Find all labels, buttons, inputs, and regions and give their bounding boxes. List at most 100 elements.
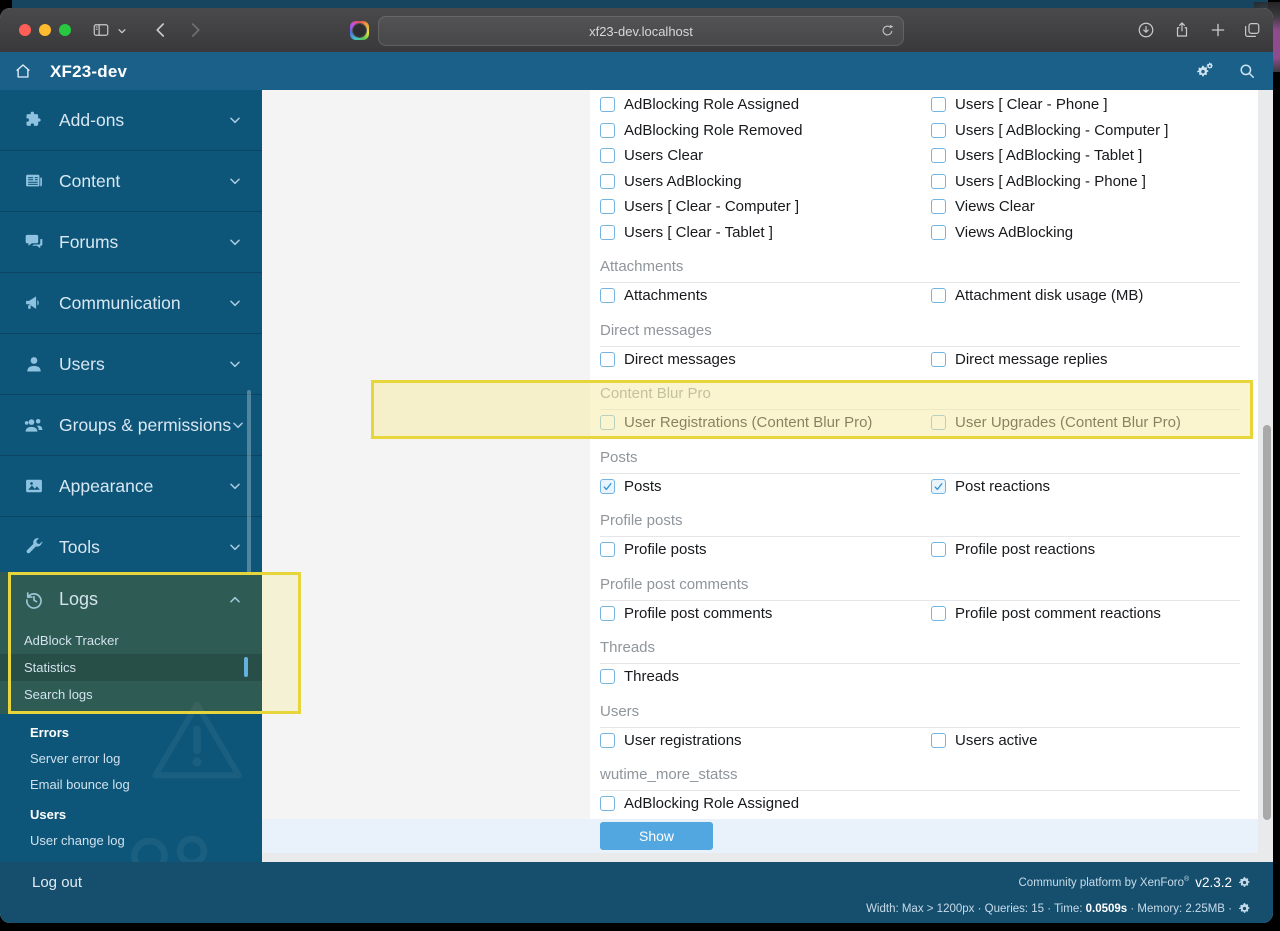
stat-option-profile-post-comments[interactable]: Profile post comments — [600, 605, 931, 622]
stat-option-views-clear[interactable]: Views Clear — [931, 198, 1240, 215]
search-icon[interactable] — [1238, 62, 1256, 80]
settings-gears-icon[interactable] — [1196, 62, 1214, 80]
credit-text: Community platform by XenForo — [1019, 877, 1185, 889]
stat-option-attachment-disk-usage-mb[interactable]: Attachment disk usage (MB) — [931, 287, 1240, 304]
checkbox[interactable] — [600, 352, 615, 367]
admin-site-title[interactable]: XF23-dev — [50, 62, 127, 82]
sidebar-subitem-adblock-tracker[interactable]: AdBlock Tracker — [0, 627, 262, 654]
page-scrollbar[interactable] — [1263, 425, 1271, 820]
gear-icon[interactable] — [1238, 902, 1251, 915]
checkbox[interactable] — [600, 733, 615, 748]
sidebar-link-user-change-log[interactable]: User change log — [30, 833, 252, 849]
checkbox[interactable] — [600, 174, 615, 189]
sidebar-toggle-icon[interactable] — [92, 21, 110, 39]
checkbox[interactable] — [931, 148, 946, 163]
stat-option-users-clear-computer[interactable]: Users [ Clear - Computer ] — [600, 198, 931, 215]
check-icon — [933, 481, 944, 492]
sidebar-item-appearance[interactable]: Appearance — [0, 456, 262, 517]
checkbox[interactable] — [600, 415, 615, 430]
stat-option-user-upgrades-content-blur-pro[interactable]: User Upgrades (Content Blur Pro) — [931, 414, 1240, 431]
chevron-down-icon[interactable] — [117, 26, 127, 36]
checkbox[interactable] — [600, 479, 615, 494]
checkbox[interactable] — [931, 415, 946, 430]
share-icon[interactable] — [1173, 21, 1191, 39]
stat-option-attachments[interactable]: Attachments — [600, 287, 931, 304]
checkbox[interactable] — [931, 174, 946, 189]
new-tab-icon[interactable] — [1209, 21, 1227, 39]
checkbox[interactable] — [600, 606, 615, 621]
checkbox[interactable] — [931, 479, 946, 494]
checkbox[interactable] — [931, 225, 946, 240]
stat-option-post-reactions[interactable]: Post reactions — [931, 478, 1240, 495]
stat-option-users-adblocking[interactable]: Users AdBlocking — [600, 173, 931, 190]
stat-option-adblocking-role-assigned[interactable]: AdBlocking Role Assigned — [600, 795, 931, 812]
sidebar-item-label: Forums — [59, 232, 228, 253]
close-window-button[interactable] — [19, 24, 31, 36]
checkbox[interactable] — [931, 288, 946, 303]
stat-option-users-clear[interactable]: Users Clear — [600, 147, 931, 164]
checkbox[interactable] — [931, 352, 946, 367]
stat-option-user-registrations[interactable]: User registrations — [600, 732, 931, 749]
stat-option-profile-post-comment-reactions[interactable]: Profile post comment reactions — [931, 605, 1240, 622]
stat-option-users-adblocking-computer[interactable]: Users [ AdBlocking - Computer ] — [931, 122, 1240, 139]
stat-option-label: Users active — [955, 732, 1038, 749]
sidebar-link-server-error-log[interactable]: Server error log — [30, 751, 252, 767]
stat-option-adblocking-role-assigned[interactable]: AdBlocking Role Assigned — [600, 96, 931, 113]
tab-overview-icon[interactable] — [1243, 21, 1261, 39]
stat-option-users-active[interactable]: Users active — [931, 732, 1240, 749]
stat-option-users-adblocking-phone[interactable]: Users [ AdBlocking - Phone ] — [931, 173, 1240, 190]
checkbox[interactable] — [600, 796, 615, 811]
checkbox[interactable] — [931, 733, 946, 748]
zoom-window-button[interactable] — [59, 24, 71, 36]
stat-option-views-adblocking[interactable]: Views AdBlocking — [931, 224, 1240, 241]
checkbox[interactable] — [600, 148, 615, 163]
stat-option-direct-message-replies[interactable]: Direct message replies — [931, 351, 1240, 368]
back-icon[interactable] — [152, 21, 170, 39]
checkbox[interactable] — [600, 199, 615, 214]
sidebar-item-communication[interactable]: Communication — [0, 273, 262, 334]
gear-icon[interactable] — [1238, 876, 1251, 889]
checkbox[interactable] — [600, 97, 615, 112]
forward-icon[interactable] — [186, 21, 204, 39]
sidebar-item-users[interactable]: Users — [0, 334, 262, 395]
checkbox[interactable] — [600, 542, 615, 557]
address-bar[interactable]: xf23-dev.localhost — [378, 16, 904, 46]
stat-option-adblocking-role-removed[interactable]: AdBlocking Role Removed — [600, 122, 931, 139]
checkbox[interactable] — [931, 199, 946, 214]
checkbox[interactable] — [600, 225, 615, 240]
home-icon[interactable] — [14, 62, 32, 80]
reload-icon[interactable] — [880, 23, 895, 38]
checkbox[interactable] — [600, 288, 615, 303]
sidebar-item-add-ons[interactable]: Add-ons — [0, 90, 262, 151]
stat-option-users-clear-tablet[interactable]: Users [ Clear - Tablet ] — [600, 224, 931, 241]
sidebar-subitem-statistics[interactable]: Statistics — [0, 654, 262, 681]
sidebar-link-email-bounce-log[interactable]: Email bounce log — [30, 777, 252, 793]
checkbox[interactable] — [600, 669, 615, 684]
sidebar-item-groups-permissions[interactable]: Groups & permissions — [0, 395, 262, 456]
checkbox[interactable] — [931, 542, 946, 557]
stat-option-posts[interactable]: Posts — [600, 478, 931, 495]
sidebar-item-logs[interactable]: Logs — [0, 572, 262, 627]
show-button[interactable]: Show — [600, 822, 713, 850]
stat-option-threads[interactable]: Threads — [600, 668, 931, 685]
checkbox[interactable] — [600, 123, 615, 138]
sidebar-item-label: Communication — [59, 293, 228, 314]
stat-option-users-clear-phone[interactable]: Users [ Clear - Phone ] — [931, 96, 1240, 113]
logout-link[interactable]: Log out — [32, 874, 82, 891]
checkbox[interactable] — [931, 97, 946, 112]
downloads-icon[interactable] — [1137, 21, 1155, 39]
stat-option-profile-posts[interactable]: Profile posts — [600, 541, 931, 558]
sidebar-item-content[interactable]: Content — [0, 151, 262, 212]
extension-icon[interactable] — [350, 21, 369, 40]
checkbox-row: Users [ Clear - Tablet ]Views AdBlocking — [600, 220, 1240, 246]
stat-option-users-adblocking-tablet[interactable]: Users [ AdBlocking - Tablet ] — [931, 147, 1240, 164]
stat-option-user-registrations-content-blur-pro[interactable]: User Registrations (Content Blur Pro) — [600, 414, 931, 431]
sidebar-item-tools[interactable]: Tools — [0, 517, 262, 578]
sidebar-item-forums[interactable]: Forums — [0, 212, 262, 273]
stat-option-direct-messages[interactable]: Direct messages — [600, 351, 931, 368]
checkbox[interactable] — [931, 606, 946, 621]
checkbox[interactable] — [931, 123, 946, 138]
sidebar-subitem-search-logs[interactable]: Search logs — [0, 681, 262, 708]
stat-option-profile-post-reactions[interactable]: Profile post reactions — [931, 541, 1240, 558]
minimize-window-button[interactable] — [39, 24, 51, 36]
